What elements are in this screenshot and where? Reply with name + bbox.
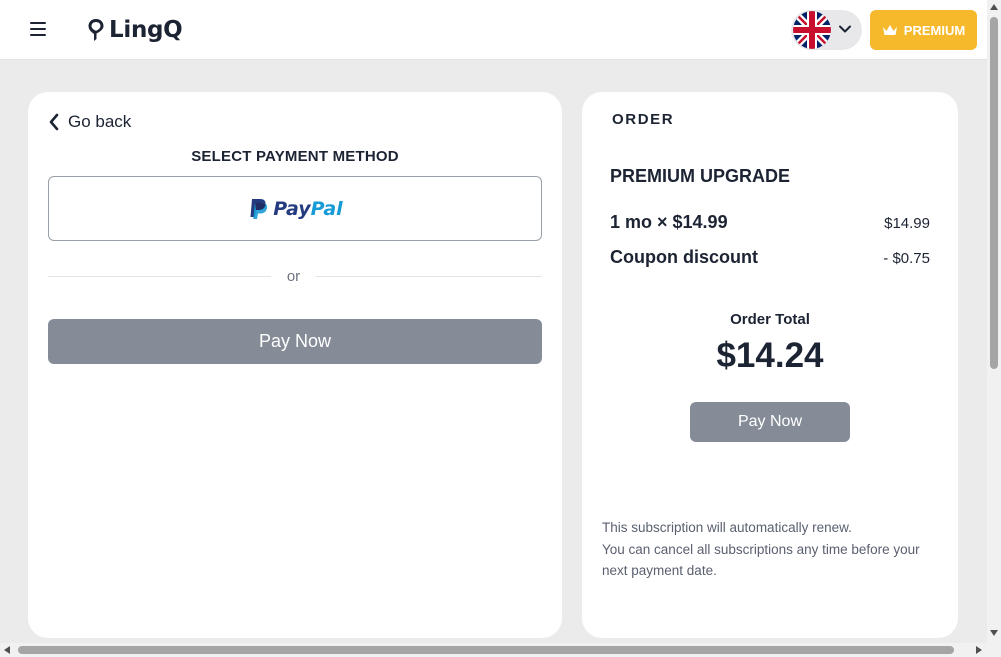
line-item-amount: - $0.75 — [883, 250, 930, 267]
order-total-amount: $14.24 — [716, 336, 824, 375]
line-item-amount: $14.99 — [884, 215, 930, 232]
language-selector[interactable] — [791, 10, 862, 50]
logo-text: LingQ — [109, 17, 183, 43]
order-heading: ORDER — [612, 111, 675, 128]
checkout-page: LingQ PREMIUM Go back SELECT PAYMENT MET… — [0, 0, 1001, 657]
paypal-button[interactable]: PayPal — [48, 176, 542, 241]
scroll-left-arrow-icon[interactable] — [4, 646, 10, 654]
line-item-label: 1 mo × $14.99 — [610, 212, 728, 232]
horizontal-scroll-thumb[interactable] — [18, 646, 954, 654]
plan-title: PREMIUM UPGRADE — [610, 166, 791, 186]
scroll-down-arrow-icon[interactable] — [990, 630, 998, 636]
order-summary-card: ORDER PREMIUM UPGRADE 1 mo × $14.99 $14.… — [582, 92, 958, 638]
crown-icon — [882, 24, 897, 35]
renewal-note-line: This subscription will automatically ren… — [602, 520, 852, 535]
pay-now-button-summary[interactable]: Pay Now — [690, 402, 850, 442]
uk-flag-icon — [793, 11, 831, 49]
renewal-note-line: You can cancel all subscriptions any tim… — [602, 541, 920, 579]
lingq-logo[interactable]: LingQ — [87, 14, 183, 46]
line-item: 1 mo × $14.99 $14.99 — [610, 212, 930, 233]
select-payment-title: SELECT PAYMENT METHOD — [191, 148, 399, 165]
chevron-left-icon — [49, 113, 59, 131]
go-back-link[interactable]: Go back — [48, 112, 131, 132]
divider-right — [316, 276, 542, 277]
line-item-label: Coupon discount — [610, 247, 758, 267]
chevron-down-icon — [839, 25, 851, 33]
go-back-label: Go back — [68, 112, 132, 131]
vertical-scroll-thumb[interactable] — [990, 17, 998, 369]
paypal-wordmark: PayPal — [273, 198, 342, 220]
divider-left — [48, 276, 271, 277]
scroll-up-arrow-icon[interactable] — [990, 4, 998, 10]
paypal-pal-text: Pal — [310, 197, 343, 220]
pay-now-button-main[interactable]: Pay Now — [48, 319, 542, 364]
payment-method-card: Go back SELECT PAYMENT METHOD PayPal or … — [28, 92, 562, 638]
vertical-scrollbar[interactable] — [987, 0, 1001, 643]
line-item: Coupon discount - $0.75 — [610, 247, 930, 268]
hamburger-menu-icon[interactable] — [30, 22, 50, 38]
premium-button[interactable]: PREMIUM — [870, 10, 977, 50]
scroll-right-arrow-icon[interactable] — [976, 646, 982, 654]
paypal-pay-text: Pay — [273, 197, 311, 220]
premium-label: PREMIUM — [903, 22, 966, 38]
order-total-label: Order Total — [730, 311, 810, 328]
divider-or-text: or — [286, 268, 301, 285]
renewal-note: This subscription will automatically ren… — [602, 517, 942, 582]
logo-mark-icon — [88, 19, 104, 41]
paypal-logo-icon — [250, 198, 268, 219]
top-header: LingQ PREMIUM — [0, 0, 987, 60]
horizontal-scrollbar[interactable] — [0, 643, 1001, 657]
